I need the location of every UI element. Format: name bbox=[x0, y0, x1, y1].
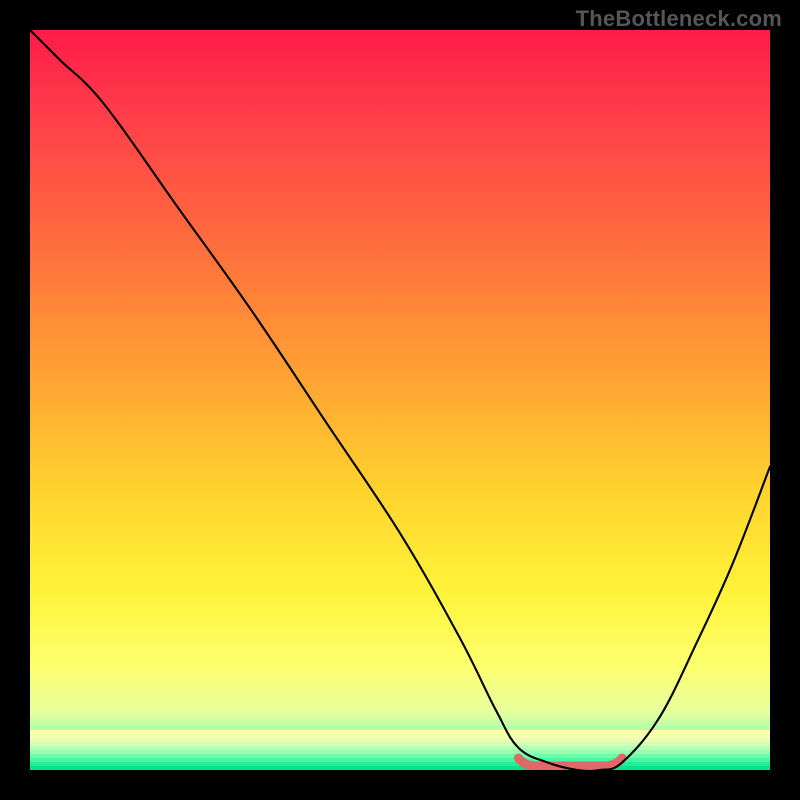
bottleneck-curve bbox=[30, 30, 770, 770]
chart-frame: TheBottleneck.com bbox=[0, 0, 800, 800]
plot-area bbox=[30, 30, 770, 770]
curve-layer bbox=[30, 30, 770, 770]
valley-highlight bbox=[518, 758, 622, 766]
watermark-label: TheBottleneck.com bbox=[576, 6, 782, 32]
